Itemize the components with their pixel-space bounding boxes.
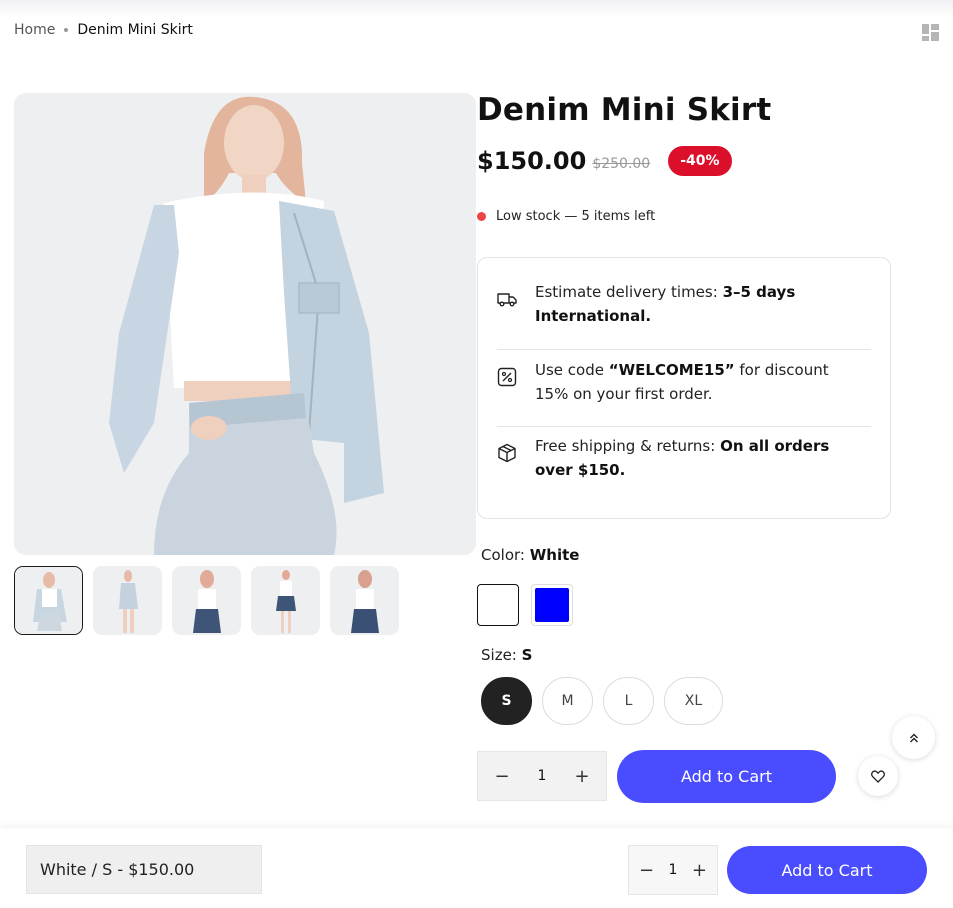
discount-info-row: Use code “WELCOME15” for discount 15% on… [497,350,871,427]
shipping-info-box: Estimate delivery times: 3–5 days Intern… [477,257,891,519]
price-row: $150.00 $250.00 -40% [477,146,732,176]
swatch-fill-white [481,588,515,622]
original-price: $250.00 [592,156,651,172]
delivery-info-row: Estimate delivery times: 3–5 days Intern… [497,258,871,350]
size-option-m[interactable]: M [542,677,593,725]
discount-badge: -40% [668,146,732,176]
sticky-add-to-cart-bar: White / S - $150.00 − 1 + Add to Cart [0,828,953,908]
box-icon [498,443,516,463]
truck-icon [497,293,517,307]
sticky-quantity-decrease-button[interactable]: − [639,860,654,881]
shipping-label: Free shipping & returns: [535,437,721,455]
shipping-info-row: Free shipping & returns: On all orders o… [497,427,871,519]
double-chevron-up-icon [909,733,918,742]
wishlist-button[interactable] [858,756,898,796]
thumbnail-1[interactable] [14,566,83,635]
size-option-s[interactable]: S [481,677,532,725]
discount-code: “WELCOME15” [608,361,735,379]
main-product-image[interactable] [14,93,476,555]
thumbnail-strip [14,566,399,635]
stock-status: Low stock — 5 items left [477,209,655,224]
quantity-stepper: − 1 + [477,751,607,801]
delivery-info-text: Estimate delivery times: 3–5 days Intern… [535,280,865,349]
discount-pre: Use code [535,361,609,379]
color-swatch-blue[interactable] [531,584,573,626]
product-photo-illustration [14,93,476,555]
sticky-quantity-value[interactable]: 1 [669,862,678,878]
thumbnail-3[interactable] [172,566,241,635]
color-swatches [477,584,573,626]
breadcrumb-current: Denim Mini Skirt [77,22,193,38]
sticky-add-to-cart-button[interactable]: Add to Cart [727,846,927,894]
size-options: S M L XL [481,677,723,725]
top-shadow [0,0,953,18]
current-price: $150.00 [477,147,587,175]
size-option-xl[interactable]: XL [664,677,723,725]
quantity-decrease-button[interactable]: − [494,766,510,787]
size-selected: S [521,646,533,664]
sticky-quantity-stepper: − 1 + [628,845,718,895]
thumbnail-4[interactable] [251,566,320,635]
quantity-value[interactable]: 1 [538,768,547,784]
size-option-l[interactable]: L [603,677,654,725]
breadcrumb-home-link[interactable]: Home [14,22,55,38]
color-label-text: Color: [481,546,525,564]
sticky-quantity-increase-button[interactable]: + [692,860,707,881]
shipping-info-text: Free shipping & returns: On all orders o… [535,434,865,519]
stock-text: Low stock — 5 items left [496,209,656,224]
scroll-to-top-button[interactable] [892,716,935,759]
breadcrumb-separator [64,28,69,32]
grid-layout-icon[interactable] [922,24,939,41]
quantity-increase-button[interactable]: + [574,766,590,787]
discount-info-text: Use code “WELCOME15” for discount 15% on… [535,358,865,426]
size-label: Size: S [481,646,532,664]
percent-icon [497,367,517,387]
product-title: Denim Mini Skirt [477,92,772,128]
thumbnail-2[interactable] [93,566,162,635]
heart-icon [871,769,885,783]
swatch-fill-blue [535,588,569,622]
color-label: Color: White [481,546,579,564]
sticky-variant-select[interactable]: White / S - $150.00 [26,845,262,894]
color-selected: White [529,546,580,564]
stock-indicator-dot [477,212,486,221]
add-to-cart-button[interactable]: Add to Cart [617,750,836,803]
color-swatch-white[interactable] [477,584,519,626]
size-label-text: Size: [481,646,517,664]
breadcrumb: Home Denim Mini Skirt [14,22,193,38]
delivery-label: Estimate delivery times: [535,283,723,301]
thumbnail-5[interactable] [330,566,399,635]
